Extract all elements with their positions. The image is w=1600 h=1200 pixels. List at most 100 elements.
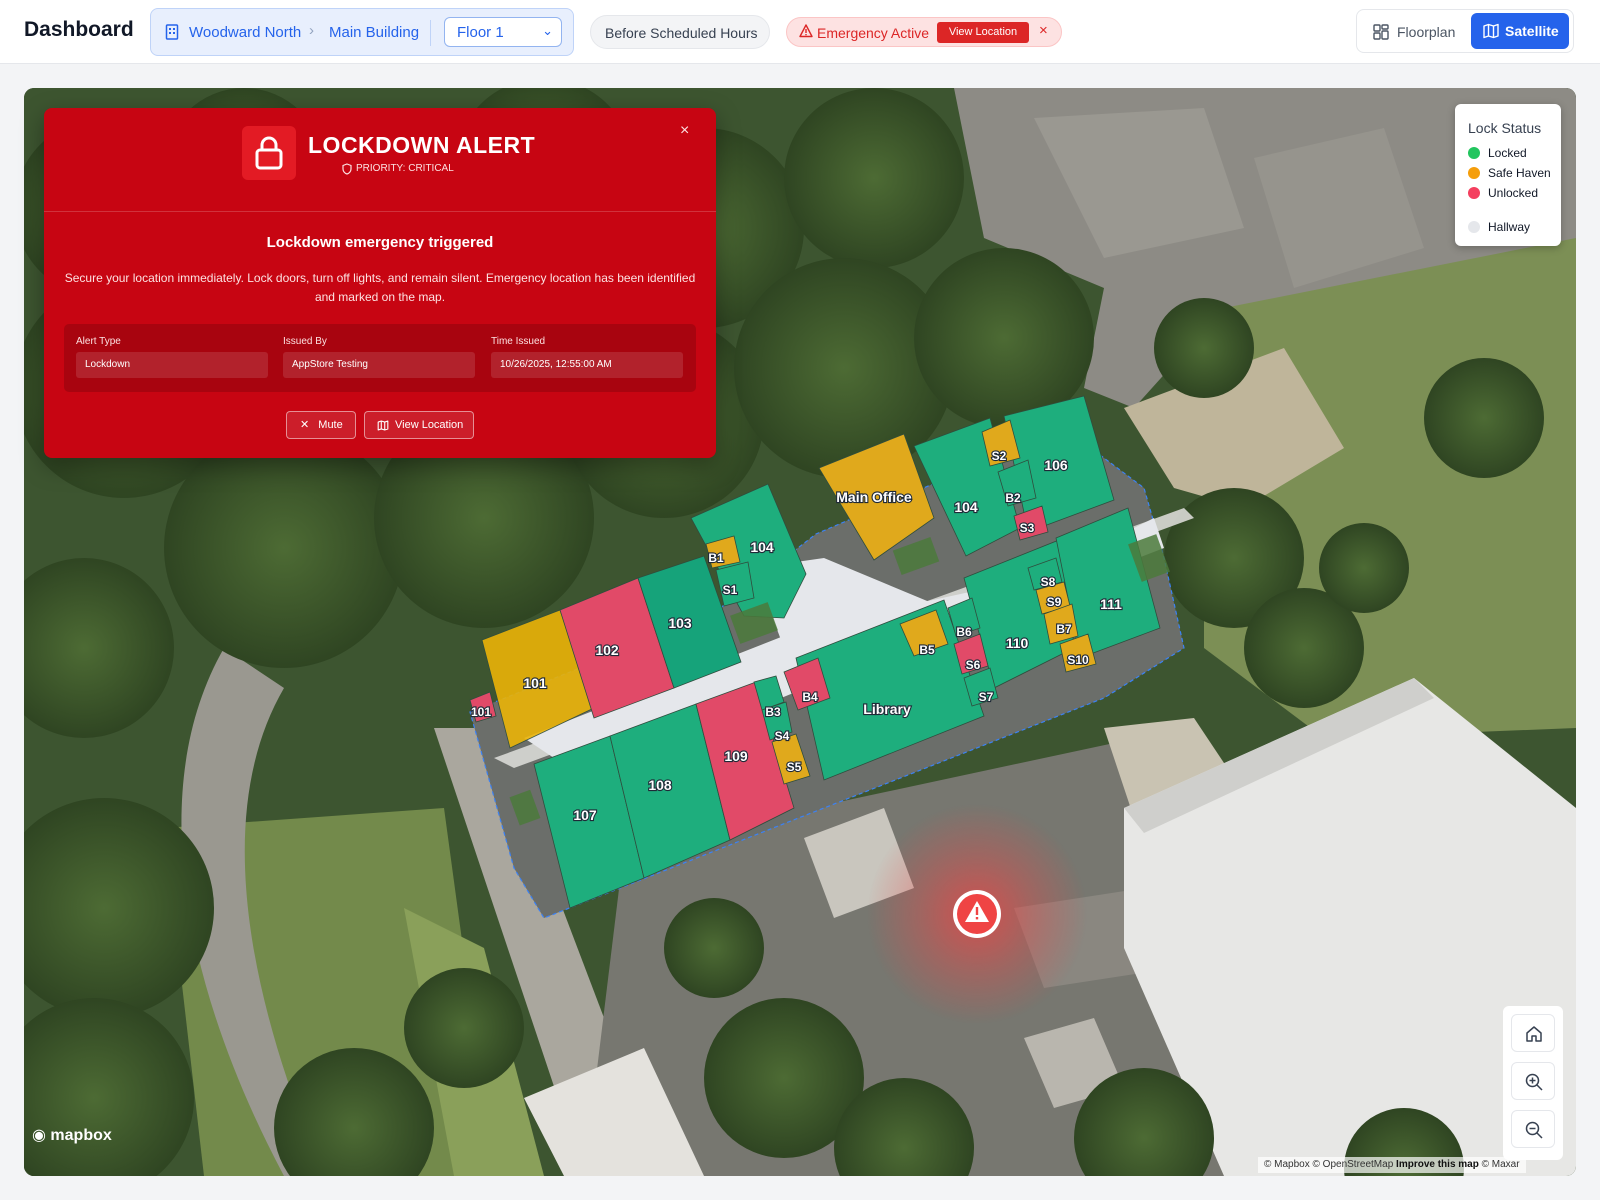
room-label-library: Library (863, 701, 911, 717)
floorplan-label: Floorplan (1397, 24, 1456, 40)
attribution-mapbox[interactable]: © Mapbox (1264, 1159, 1310, 1170)
room-label-110: 110 (1006, 635, 1029, 651)
close-icon[interactable]: × (680, 122, 689, 140)
room-label-s5: S5 (787, 760, 802, 774)
alert-title: LOCKDOWN ALERT (308, 132, 536, 158)
top-bar: Dashboard Woodward North › Main Building… (0, 0, 1600, 64)
lock-status-legend: Lock Status Locked Safe Haven Unlocked H… (1455, 104, 1561, 246)
grid-icon (1373, 24, 1389, 40)
home-button[interactable] (1511, 1014, 1555, 1052)
map-icon (377, 420, 389, 431)
alert-details: Alert Type Lockdown Issued By AppStore T… (64, 324, 696, 392)
alert-type-field: Alert Type Lockdown (76, 336, 268, 378)
room-label-108: 108 (648, 777, 672, 793)
room-label-s1: S1 (723, 583, 738, 597)
mapbox-logo[interactable]: ◉ mapbox (32, 1125, 112, 1145)
alert-description: Secure your location immediately. Lock d… (64, 271, 696, 304)
room-label-101: 101 (523, 675, 547, 691)
breadcrumb-building[interactable]: Main Building (329, 24, 419, 41)
attribution-improve[interactable]: Improve this map (1396, 1159, 1479, 1170)
room-label-b1: B1 (708, 551, 724, 565)
map-controls (1503, 1006, 1563, 1160)
zoom-in-button[interactable] (1511, 1062, 1555, 1100)
room-label-main-office: Main Office (836, 489, 912, 505)
room-label-102: 102 (595, 642, 619, 658)
breadcrumb: Woodward North › Main Building Floor 1 ⌄ (150, 8, 574, 56)
room-label-104-b: 104 (954, 499, 978, 515)
satellite-label: Satellite (1505, 23, 1559, 39)
room-label-b3: B3 (765, 705, 781, 719)
view-location-alert-button[interactable]: View Location (364, 411, 474, 439)
emergency-marker-icon (953, 890, 1001, 938)
legend-title: Lock Status (1468, 120, 1542, 136)
floor-select-value: Floor 1 (457, 24, 504, 41)
floor-select[interactable]: Floor 1 ⌄ (444, 17, 562, 47)
room-label-s10: S10 (1067, 653, 1089, 667)
room-label-s7: S7 (979, 690, 994, 704)
time-issued-label: Time Issued (491, 336, 546, 347)
room-label-s4: S4 (775, 729, 790, 743)
legend-dot (1468, 187, 1480, 199)
mute-button[interactable]: ✕ Mute (286, 411, 356, 439)
alert-heading: Lockdown emergency triggered (266, 234, 494, 251)
divider (44, 211, 716, 212)
issued-by-label: Issued By (283, 336, 327, 347)
page-title: Dashboard (24, 18, 134, 41)
room-label-s2: S2 (992, 449, 1007, 463)
close-icon[interactable]: × (1039, 22, 1048, 39)
issued-by-field: Issued By AppStore Testing (283, 336, 475, 378)
room-label-b2: B2 (1005, 491, 1021, 505)
zoom-out-icon (1525, 1121, 1543, 1139)
alert-type-label: Alert Type (76, 336, 121, 347)
alert-type-value: Lockdown (76, 352, 268, 378)
legend-dot (1468, 147, 1480, 159)
chevron-right-icon: › (309, 22, 314, 39)
shield-icon (342, 162, 352, 180)
room-label-s6: S6 (966, 658, 981, 672)
time-issued-value: 10/26/2025, 12:55:00 AM (491, 352, 683, 378)
room-label-s3: S3 (1020, 521, 1035, 535)
zoom-in-icon (1525, 1073, 1543, 1091)
building-icon (165, 24, 179, 45)
room-label-103: 103 (668, 615, 692, 631)
alert-priority: PRIORITY: CRITICAL (356, 163, 454, 174)
map-attribution: © Mapbox © OpenStreetMap Improve this ma… (1258, 1157, 1526, 1173)
satellite-button[interactable]: Satellite (1471, 13, 1569, 49)
legend-item-safe-haven: Safe Haven (1468, 166, 1551, 180)
mapbox-logo-icon: ◉ (32, 1127, 46, 1144)
attribution-maxar[interactable]: © Maxar (1482, 1159, 1520, 1170)
room-label-b5: B5 (919, 643, 935, 657)
schedule-status-badge: Before Scheduled Hours (590, 15, 770, 49)
legend-item-unlocked: Unlocked (1468, 186, 1538, 200)
room-label-s8: S8 (1041, 575, 1056, 589)
room-label-b4: B4 (802, 690, 818, 704)
legend-dot (1468, 221, 1480, 233)
view-location-button[interactable]: View Location (937, 22, 1029, 43)
room-label-109: 109 (724, 748, 748, 764)
room-label-107: 107 (573, 807, 597, 823)
room-label-104-a: 104 (750, 539, 774, 555)
emergency-banner: Emergency Active View Location × (786, 17, 1062, 47)
issued-by-value: AppStore Testing (283, 352, 475, 378)
warning-icon (799, 24, 813, 43)
room-label-106: 106 (1044, 457, 1068, 473)
zoom-out-button[interactable] (1511, 1110, 1555, 1148)
breadcrumb-location[interactable]: Woodward North (189, 24, 301, 41)
room-label-111: 111 (1100, 596, 1122, 612)
breadcrumb-divider (430, 20, 431, 46)
chevron-down-icon: ⌄ (542, 23, 553, 38)
attribution-osm[interactable]: © OpenStreetMap (1313, 1159, 1394, 1170)
view-location-label: View Location (395, 419, 464, 431)
close-icon: ✕ (300, 419, 310, 431)
schedule-status-text: Before Scheduled Hours (605, 25, 758, 41)
room-label-b6: B6 (956, 625, 972, 639)
map-icon (1483, 23, 1499, 39)
view-toggle: Floorplan Satellite (1356, 9, 1574, 53)
home-icon (1526, 1026, 1542, 1042)
floorplan-button[interactable]: Floorplan (1365, 15, 1469, 49)
room-label-s9: S9 (1047, 595, 1062, 609)
time-issued-field: Time Issued 10/26/2025, 12:55:00 AM (491, 336, 683, 378)
lock-icon (242, 126, 296, 180)
mute-label: Mute (318, 419, 343, 431)
room-label-b7: B7 (1056, 622, 1072, 636)
